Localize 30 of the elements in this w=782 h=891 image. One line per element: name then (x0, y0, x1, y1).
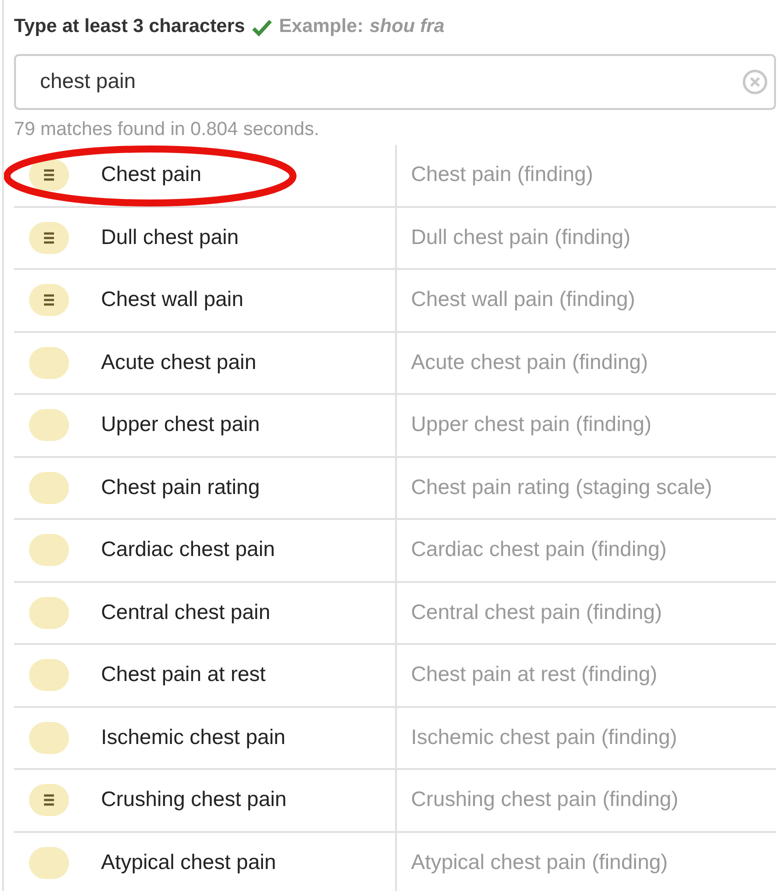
description-text: Ischemic chest pain (finding) (411, 726, 678, 750)
description-text: Upper chest pain (finding) (411, 413, 652, 438)
status-text: 79 matches found in 0.804 seconds. (14, 118, 320, 142)
example-label: Example: (278, 16, 364, 38)
description-text: Crushing chest pain (finding) (411, 788, 678, 812)
description-text: Atypical chest pain (finding) (411, 850, 668, 875)
description-text: Chest pain at rest (finding) (411, 663, 658, 688)
description-text: Central chest pain (finding) (411, 600, 662, 625)
term-text[interactable]: Upper chest pain (101, 413, 260, 438)
term-text[interactable]: Central chest pain (101, 600, 270, 625)
description-text: Cardiac chest pain (finding) (411, 538, 667, 562)
description-text: Acute chest pain (finding) (411, 350, 648, 375)
term-text[interactable]: Cardiac chest pain (101, 538, 275, 562)
term-text[interactable]: Atypical chest pain (101, 850, 276, 875)
instruction-text: Type at least 3 characters (14, 16, 245, 38)
description-text: Dull chest pain (finding) (411, 226, 630, 250)
term-text[interactable]: Acute chest pain (101, 350, 256, 375)
example-text: shou fra (369, 16, 444, 38)
term-text[interactable]: Chest pain at rest (101, 663, 266, 688)
description-text: Chest wall pain (finding) (411, 288, 636, 312)
description-text: Chest pain (finding) (411, 163, 594, 188)
search-field[interactable]: chest pain (14, 54, 776, 110)
term-text[interactable]: Crushing chest pain (101, 788, 287, 812)
term-text[interactable]: Chest pain (101, 163, 202, 188)
clear-icon[interactable] (742, 69, 768, 95)
description-text: Chest pain rating (staging scale) (411, 476, 712, 500)
term-text[interactable]: Chest wall pain (101, 288, 244, 312)
term-text[interactable]: Dull chest pain (101, 226, 239, 250)
term-text[interactable]: Chest pain rating (101, 476, 260, 500)
term-text[interactable]: Ischemic chest pain (101, 726, 286, 750)
